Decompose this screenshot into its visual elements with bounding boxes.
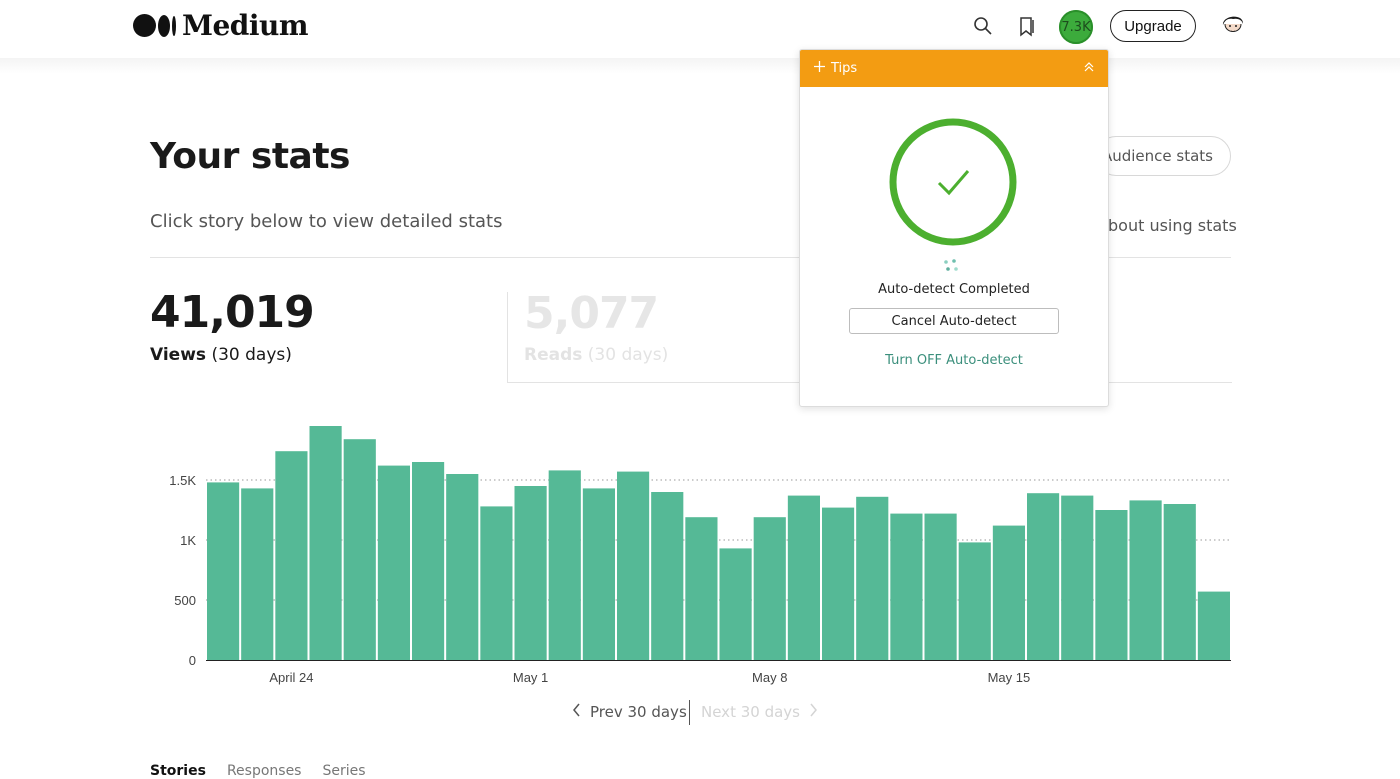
chart-bar[interactable]: [856, 496, 889, 660]
cancel-auto-detect-button[interactable]: Cancel Auto-detect: [849, 308, 1059, 334]
chevron-left-icon: [572, 703, 582, 721]
chart-bar[interactable]: [822, 507, 855, 660]
chart-bar[interactable]: [685, 517, 718, 660]
reads-period: (30 days): [582, 345, 669, 365]
pager-divider: [689, 700, 690, 725]
chart-bar[interactable]: [1197, 591, 1230, 660]
chart-bar[interactable]: [446, 474, 479, 660]
loading-dots-icon: [944, 259, 958, 271]
chart-bar[interactable]: [309, 426, 342, 660]
success-check-icon: [889, 118, 1017, 246]
tips-label: Tips: [831, 61, 858, 76]
chart-bar[interactable]: [992, 525, 1025, 660]
notification-count-badge[interactable]: 7.3K: [1059, 10, 1093, 44]
next-30-days-button[interactable]: Next 30 days: [701, 703, 818, 721]
plus-icon: [814, 61, 825, 76]
audience-stats-button[interactable]: Audience stats: [1096, 136, 1231, 176]
prev-30-days-button[interactable]: Prev 30 days: [572, 703, 687, 721]
chart-bar[interactable]: [480, 506, 513, 660]
bookmark-icon[interactable]: [1015, 12, 1039, 40]
reads-value: 5,077: [524, 288, 659, 339]
chart-bar[interactable]: [617, 471, 650, 660]
chart-bar[interactable]: [890, 513, 923, 660]
tips-header[interactable]: Tips: [800, 50, 1108, 87]
views-label[interactable]: Views (30 days): [150, 345, 292, 365]
tips-popup: Tips Auto-detect Completed Cancel Auto-d…: [799, 49, 1109, 407]
chart-bar[interactable]: [343, 439, 376, 660]
chart-bar[interactable]: [651, 492, 684, 660]
chart-bar[interactable]: [1061, 495, 1094, 660]
views-label-text: Views: [150, 345, 207, 365]
turn-off-auto-detect-link[interactable]: Turn OFF Auto-detect: [800, 353, 1108, 368]
y-tick-label: 0: [189, 653, 196, 668]
chart-bar[interactable]: [207, 482, 240, 660]
chart-bar[interactable]: [412, 462, 445, 660]
chart-bar[interactable]: [1027, 493, 1060, 660]
upgrade-button[interactable]: Upgrade: [1110, 10, 1196, 42]
y-tick-label: 500: [174, 593, 196, 608]
page-title: Your stats: [150, 136, 350, 177]
chart-bar[interactable]: [1095, 510, 1128, 660]
chart-bar[interactable]: [924, 513, 957, 660]
learn-about-stats-link[interactable]: bout using stats: [1108, 216, 1237, 235]
views-bar-chart: 0 500 1K 1.5K April 24 May 1 May 8 May 15: [169, 426, 1231, 685]
top-bar: Medium 7.3K Upgrade: [0, 0, 1400, 58]
reads-label: Reads (30 days): [524, 345, 668, 365]
prev-label: Prev 30 days: [590, 703, 687, 721]
chart-bar[interactable]: [241, 488, 274, 660]
medium-logo-mark: [133, 14, 176, 37]
views-period: (30 days): [206, 345, 292, 365]
reads-label-text: Reads: [524, 345, 583, 365]
views-value: 41,019: [150, 287, 315, 338]
logo-text: Medium: [182, 9, 309, 42]
chart-bar[interactable]: [753, 517, 786, 660]
chart-bar[interactable]: [514, 486, 547, 660]
x-tick-label: April 24: [269, 670, 313, 685]
y-tick-label: 1K: [180, 533, 196, 548]
chart-bar[interactable]: [958, 542, 991, 660]
user-avatar[interactable]: [1218, 11, 1248, 41]
medium-logo[interactable]: Medium: [133, 9, 309, 42]
y-tick-label: 1.5K: [169, 473, 196, 488]
chart-bar[interactable]: [275, 451, 308, 660]
next-label: Next 30 days: [701, 703, 800, 721]
auto-detect-status: Auto-detect Completed: [878, 282, 1030, 297]
search-icon[interactable]: [971, 12, 995, 40]
x-tick-label: May 1: [513, 670, 548, 685]
chart-bar[interactable]: [719, 548, 752, 660]
collapse-icon[interactable]: [1084, 61, 1094, 76]
chart-bar[interactable]: [1129, 500, 1162, 660]
chart-bar[interactable]: [548, 470, 581, 660]
chevron-right-icon: [808, 703, 818, 721]
chart-bar[interactable]: [582, 488, 615, 660]
header-shadow: [0, 58, 1400, 74]
page-subtitle: Click story below to view detailed stats: [150, 211, 503, 232]
x-tick-label: May 8: [752, 670, 787, 685]
chart-bar[interactable]: [377, 465, 410, 660]
x-tick-label: May 15: [988, 670, 1031, 685]
chart-bar[interactable]: [787, 495, 820, 660]
chart-bar[interactable]: [1163, 504, 1196, 660]
